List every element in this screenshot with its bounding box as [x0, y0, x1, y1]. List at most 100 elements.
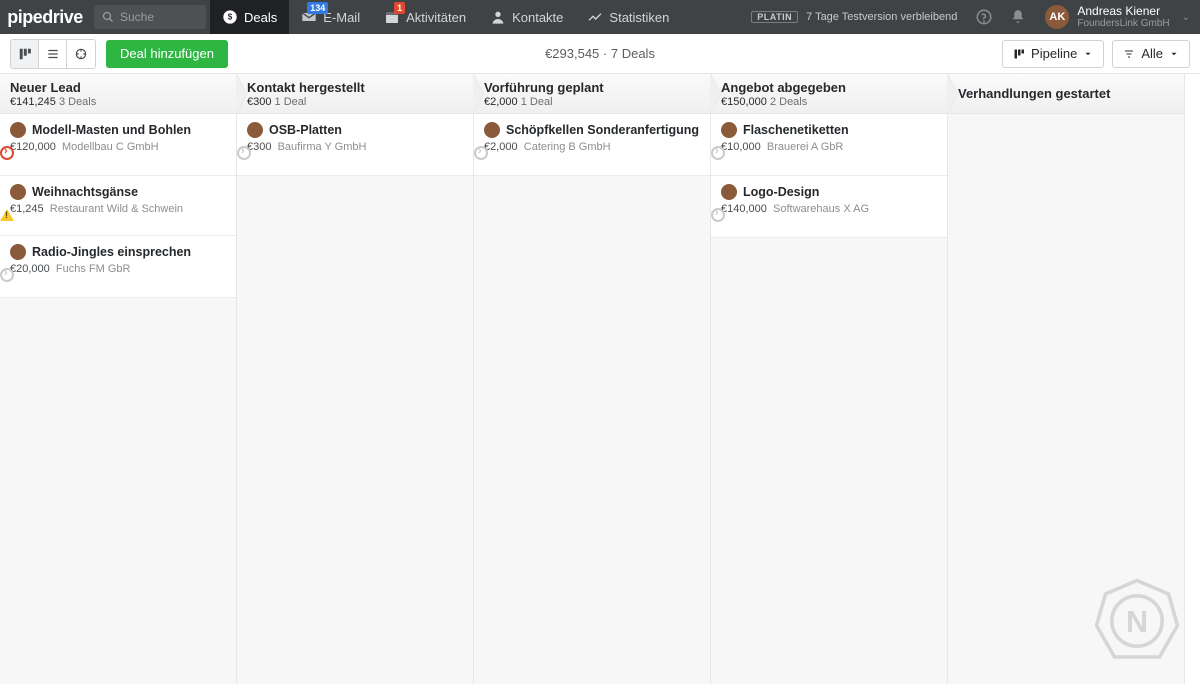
avatar: AK	[1045, 5, 1069, 29]
deal-sub: €140,000 Softwarehaus X AG	[721, 203, 937, 215]
column-cards: Flaschenetiketten €10,000 Brauerei A GbR L…	[711, 114, 947, 684]
column-cards: OSB-Platten€300 Baufirma Y GmbH	[237, 114, 473, 684]
top-nav: pipedrive Suche $ Deals 134 E-Mail 1 Akt…	[0, 0, 1200, 34]
deal-avatar	[721, 184, 737, 200]
deal-title: Radio-Jingles einsprechen	[32, 245, 191, 259]
deal-card[interactable]: OSB-Platten€300 Baufirma Y GmbH	[237, 114, 473, 176]
deal-title: Schöpfkellen Sonderanfertigung	[506, 123, 699, 137]
pipeline-column: Vorführung geplant€2,000 1 DealSchöpfkel…	[474, 74, 711, 684]
chevron-down-icon	[1083, 49, 1093, 59]
watermark-icon: N	[1092, 576, 1182, 666]
list-icon	[46, 47, 60, 61]
deal-card[interactable]: Modell-Masten und Bohlen€120,000 Modellb…	[0, 114, 236, 176]
nav-activities-label: Aktivitäten	[406, 10, 466, 25]
kanban-icon	[18, 47, 32, 61]
filter-dropdown[interactable]: Alle	[1112, 40, 1190, 68]
trial-text: 7 Tage Testversion verbleibend	[806, 11, 957, 23]
deal-card[interactable]: Radio-Jingles einsprechen€20,000 Fuchs F…	[0, 236, 236, 298]
deal-title: Logo-Design	[743, 185, 819, 199]
deal-sub: €10,000 Brauerei A GbR	[721, 141, 937, 153]
nav-activities[interactable]: 1 Aktivitäten	[372, 0, 478, 34]
column-header[interactable]: Kontakt hergestellt€300 1 Deal	[237, 74, 473, 114]
column-header[interactable]: Verhandlungen gestartet	[948, 74, 1184, 114]
deals-icon: $	[222, 9, 238, 25]
nav-contacts[interactable]: Kontakte	[478, 0, 575, 34]
view-forecast-button[interactable]	[67, 40, 95, 68]
deal-card[interactable]: Weihnachtsgänse €1,245 Restaurant Wild & …	[0, 176, 236, 236]
deal-title: Flaschenetiketten	[743, 123, 849, 137]
column-title: Angebot abgegeben	[721, 80, 937, 95]
column-header[interactable]: Angebot abgegeben€150,000 2 Deals	[711, 74, 947, 114]
deal-avatar	[10, 184, 26, 200]
trial-info[interactable]: PLATIN 7 Tage Testversion verbleibend	[741, 0, 967, 34]
deal-card[interactable]: Schöpfkellen Sonderanfertigung €2,000 Cat…	[474, 114, 710, 176]
column-title: Verhandlungen gestartet	[958, 86, 1174, 101]
email-badge: 134	[307, 2, 328, 14]
chevron-down-icon	[1169, 49, 1179, 59]
deal-sub: €1,245 Restaurant Wild & Schwein	[10, 203, 226, 215]
search-wrap: Suche	[90, 0, 210, 34]
column-title: Kontakt hergestellt	[247, 80, 463, 95]
deal-card[interactable]: Flaschenetiketten €10,000 Brauerei A GbR	[711, 114, 947, 176]
chevron-down-icon: ⌄	[1182, 12, 1190, 23]
view-list-button[interactable]	[39, 40, 67, 68]
pipeline-dropdown[interactable]: Pipeline	[1002, 40, 1104, 68]
filter-label: Alle	[1141, 46, 1163, 61]
deal-sub: €300 Baufirma Y GmbH	[247, 141, 463, 153]
pipeline-column: Angebot abgegeben€150,000 2 DealsFlasche…	[711, 74, 948, 684]
column-cards: Schöpfkellen Sonderanfertigung €2,000 Cat…	[474, 114, 710, 684]
user-name: Andreas Kiener	[1077, 5, 1169, 18]
view-switch	[10, 39, 96, 69]
svg-text:$: $	[228, 13, 233, 22]
column-header[interactable]: Neuer Lead€141,245 3 Deals	[0, 74, 236, 114]
pipeline-column: Neuer Lead€141,245 3 DealsModell-Masten …	[0, 74, 237, 684]
column-summary: €300 1 Deal	[247, 96, 463, 108]
pipeline-icon	[1013, 48, 1025, 60]
column-summary: €141,245 3 Deals	[10, 96, 226, 108]
deal-avatar	[10, 122, 26, 138]
pipeline-board: Neuer Lead€141,245 3 DealsModell-Masten …	[0, 74, 1200, 684]
svg-text:N: N	[1126, 605, 1148, 639]
column-summary: €150,000 2 Deals	[721, 96, 937, 108]
trial-badge: PLATIN	[751, 11, 798, 23]
deal-sub: €2,000 Catering B GmbH	[484, 141, 700, 153]
help-icon	[975, 8, 993, 26]
deal-avatar	[721, 122, 737, 138]
nav-email[interactable]: 134 E-Mail	[289, 0, 372, 34]
activities-badge: 1	[394, 2, 405, 14]
nav-deals[interactable]: $ Deals	[210, 0, 289, 34]
pipeline-label: Pipeline	[1031, 46, 1077, 61]
deal-avatar	[484, 122, 500, 138]
deal-title: Weihnachtsgänse	[32, 185, 138, 199]
column-cards: Modell-Masten und Bohlen€120,000 Modellb…	[0, 114, 236, 684]
user-menu[interactable]: AK Andreas Kiener FoundersLink GmbH ⌄	[1035, 0, 1200, 34]
pipeline-column: Kontakt hergestellt€300 1 DealOSB-Platte…	[237, 74, 474, 684]
summary-count: 7 Deals	[611, 46, 655, 61]
search-input[interactable]: Suche	[94, 5, 206, 29]
add-deal-button[interactable]: Deal hinzufügen	[106, 40, 228, 68]
deal-card[interactable]: Logo-Design €140,000 Softwarehaus X AG	[711, 176, 947, 238]
person-icon	[490, 9, 506, 25]
deal-status-icon	[474, 146, 488, 160]
column-title: Neuer Lead	[10, 80, 226, 95]
deal-status-icon	[0, 268, 14, 282]
nav-stats-label: Statistiken	[609, 10, 669, 25]
user-org: FoundersLink GmbH	[1077, 18, 1169, 29]
deal-status-icon	[0, 209, 14, 221]
notifications-button[interactable]	[1001, 0, 1035, 34]
nav-email-label: E-Mail	[323, 10, 360, 25]
nav-deals-label: Deals	[244, 10, 277, 25]
deal-status-icon	[0, 146, 14, 160]
nav-stats[interactable]: Statistiken	[575, 0, 681, 34]
brand-logo[interactable]: pipedrive	[0, 0, 90, 34]
search-icon	[102, 11, 114, 23]
toolbar: Deal hinzufügen €293,545 · 7 Deals Pipel…	[0, 34, 1200, 74]
view-kanban-button[interactable]	[11, 40, 39, 68]
summary: €293,545 · 7 Deals	[545, 46, 655, 61]
bell-icon	[1009, 8, 1027, 26]
deal-title: Modell-Masten und Bohlen	[32, 123, 191, 137]
target-icon	[74, 47, 88, 61]
column-header[interactable]: Vorführung geplant€2,000 1 Deal	[474, 74, 710, 114]
help-button[interactable]	[967, 0, 1001, 34]
deal-avatar	[247, 122, 263, 138]
